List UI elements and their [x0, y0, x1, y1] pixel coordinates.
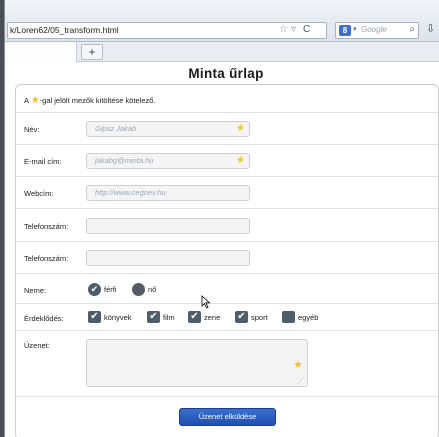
radio-empty-icon[interactable]: ✔ [132, 283, 145, 296]
gender-option-label: nő [148, 285, 157, 294]
message-row: Üzenet: ★ ⋰ [16, 331, 438, 397]
interest-label: sport [251, 312, 268, 322]
download-arrow-icon[interactable]: ⇩ [426, 22, 435, 35]
star-icon: ★ [236, 155, 245, 166]
message-textarea[interactable]: ★ ⋰ [86, 339, 308, 387]
reload-icon[interactable]: C [303, 24, 310, 35]
engine-dropdown-icon[interactable]: ▾ [353, 25, 357, 33]
tab-current[interactable] [5, 42, 77, 62]
web-label: Webcím: [24, 189, 54, 198]
form-container: A ★-gal jelölt mezők kitöltése kötelező.… [15, 84, 439, 437]
email-placeholder: jakabg@minta.hu [95, 156, 154, 165]
email-row: E-mail cím: jakabg@minta.hu ★ [16, 145, 438, 177]
interest-label: film [163, 312, 175, 322]
required-note-row: A ★-gal jelölt mezők kitöltése kötelező. [16, 85, 438, 113]
tab-strip: + [5, 42, 439, 62]
required-note: A ★-gal jelölt mezők kitöltése kötelező. [24, 95, 156, 106]
interest-film[interactable]: ✔ film [147, 311, 175, 323]
mouse-cursor-icon [201, 295, 211, 309]
checkbox-empty-icon[interactable]: ✔ [282, 311, 295, 323]
gender-option-label: férfi [104, 285, 117, 294]
checkmark-icon[interactable]: ✔ [235, 311, 248, 323]
new-tab-button[interactable]: + [81, 44, 103, 60]
checkmark-icon[interactable]: ✔ [147, 311, 160, 323]
web-row: Webcím: http://www.cegnev.hu [16, 177, 438, 209]
interest-books[interactable]: ✔ könyvek [88, 311, 132, 323]
checkmark-icon[interactable]: ✔ [88, 311, 101, 323]
gender-row: Neme: ✔férfi ✔nő [16, 274, 438, 304]
email-input[interactable]: jakabg@minta.hu ★ [86, 153, 250, 169]
interest-music[interactable]: ✔ zene [188, 311, 220, 323]
search-engine-icon[interactable]: 8 [339, 25, 351, 36]
submit-button[interactable]: Üzenet elküldése [179, 408, 276, 426]
star-icon: ★ [293, 359, 303, 371]
checkmark-icon[interactable]: ✔ [88, 283, 101, 296]
phone-input-2[interactable] [86, 250, 250, 266]
page-title: Minta űrlap [188, 66, 264, 81]
name-row: Név: Gipsz Jakab ★ [16, 113, 438, 145]
required-note-prefix: A [24, 96, 31, 105]
email-label: E-mail cím: [24, 157, 62, 166]
magnifier-icon[interactable]: ⌕ [409, 24, 415, 35]
page-content: Minta űrlap A ★-gal jelölt mezők kitölté… [13, 62, 439, 437]
name-input[interactable]: Gipsz Jakab ★ [86, 121, 250, 137]
star-icon: ★ [236, 123, 245, 134]
interest-label: zene [204, 312, 221, 322]
interest-label: könyvek [104, 312, 132, 322]
name-label: Név: [24, 125, 40, 134]
star-icon: ★ [30, 95, 40, 106]
browser-window: k/Loren62/05_transform.html ☆ ▿ C 8 ▾ Go… [4, 0, 439, 437]
checkmark-icon[interactable]: ✔ [188, 311, 201, 323]
phone-input-1[interactable] [86, 218, 250, 234]
interest-label: egyéb [298, 312, 319, 322]
interests-row: Érdeklődés: ✔ könyvek ✔ film ✔ zene ✔ sport … [16, 304, 438, 331]
required-note-text: -gal jelölt mezők kitöltése kötelező. [39, 96, 156, 105]
interests-label: Érdeklődés: [24, 314, 64, 323]
phone-row-2: Telefonszám: [16, 242, 438, 274]
gender-option-male[interactable]: ✔ férfi [88, 283, 117, 296]
name-placeholder: Gipsz Jakab [95, 124, 137, 133]
submit-row: Üzenet elküldése [16, 397, 438, 437]
dropdown-arrow-icon[interactable]: ▿ [291, 24, 296, 35]
gender-option-female[interactable]: ✔nő [132, 283, 156, 296]
search-box[interactable]: 8 ▾ Google ⌕ [335, 22, 419, 39]
address-bar-area: k/Loren62/05_transform.html ☆ ▿ C 8 ▾ Go… [5, 0, 439, 42]
interest-other[interactable]: ✔egyéb [282, 311, 318, 323]
gender-label: Neme: [24, 286, 47, 295]
search-placeholder: Google [361, 25, 387, 34]
resize-grip-icon[interactable]: ⋰ [297, 377, 304, 385]
web-placeholder: http://www.cegnev.hu [95, 188, 166, 197]
phone-row-1: Telefonszám: [16, 209, 438, 242]
web-input[interactable]: http://www.cegnev.hu [86, 185, 250, 201]
phone-label-1: Telefonszám: [24, 222, 69, 231]
message-label: Üzenet: [24, 341, 50, 350]
bookmark-star-icon[interactable]: ☆ [279, 24, 288, 35]
interest-sport[interactable]: ✔ sport [235, 311, 268, 323]
phone-label-2: Telefonszám: [24, 254, 69, 263]
